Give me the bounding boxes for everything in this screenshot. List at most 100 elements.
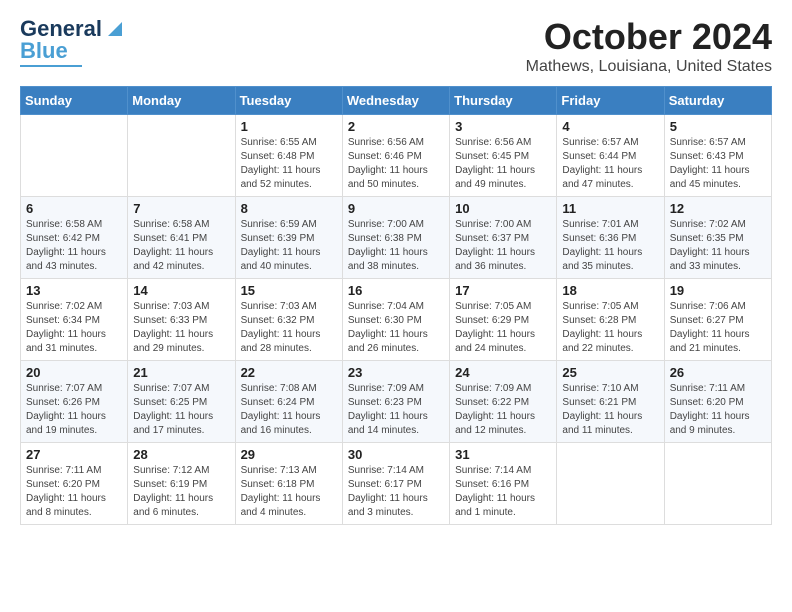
calendar-cell: 23Sunrise: 7:09 AM Sunset: 6:23 PM Dayli… — [342, 361, 449, 443]
day-number: 21 — [133, 365, 229, 380]
calendar-cell — [664, 443, 771, 525]
calendar-cell: 15 Sunrise: 7:03 AM Sunset: 6:32 PM Dayli… — [235, 279, 342, 361]
calendar-cell — [128, 115, 235, 197]
day-info: Sunrise: 6:57 AM Sunset: 6:44 PM Dayligh… — [562, 136, 658, 192]
day-info: Sunrise: 7:03 AM Sunset: 6:32 PM Dayligh… — [241, 300, 337, 356]
location-title: Mathews, Louisiana, United States — [526, 58, 772, 76]
day-number: 23 — [348, 365, 444, 380]
day-number: 11 — [562, 201, 658, 216]
logo-underline — [20, 65, 82, 67]
day-number: 4 — [562, 119, 658, 134]
calendar-cell: 9Sunrise: 7:00 AM Sunset: 6:38 PM Daylig… — [342, 197, 449, 279]
calendar-cell: 7Sunrise: 6:58 AM Sunset: 6:41 PM Daylig… — [128, 197, 235, 279]
calendar-cell: 13 Sunrise: 7:02 AM Sunset: 6:34 PM Dayli… — [21, 279, 128, 361]
day-info: Sunrise: 7:00 AM Sunset: 6:37 PM Dayligh… — [455, 218, 551, 274]
week-row-3: 13 Sunrise: 7:02 AM Sunset: 6:34 PM Dayli… — [21, 279, 772, 361]
day-number: 5 — [670, 119, 766, 134]
calendar-cell: 29 Sunrise: 7:13 AM Sunset: 6:18 PM Dayli… — [235, 443, 342, 525]
calendar-cell: 19 Sunrise: 7:06 AM Sunset: 6:27 PM Dayli… — [664, 279, 771, 361]
day-number: 18 — [562, 283, 658, 298]
calendar-cell: 21 Sunrise: 7:07 AM Sunset: 6:25 PM Dayli… — [128, 361, 235, 443]
day-info: Sunrise: 7:09 AM Sunset: 6:22 PM Dayligh… — [455, 382, 551, 438]
day-info: Sunrise: 7:05 AM Sunset: 6:28 PM Dayligh… — [562, 300, 658, 356]
week-row-5: 27 Sunrise: 7:11 AM Sunset: 6:20 PM Dayli… — [21, 443, 772, 525]
calendar-cell: 20Sunrise: 7:07 AM Sunset: 6:26 PM Dayli… — [21, 361, 128, 443]
day-number: 3 — [455, 119, 551, 134]
day-number: 30 — [348, 447, 444, 462]
day-number: 2 — [348, 119, 444, 134]
day-number: 19 — [670, 283, 766, 298]
day-info: Sunrise: 7:11 AM Sunset: 6:20 PM Dayligh… — [670, 382, 766, 438]
day-info: Sunrise: 6:55 AM Sunset: 6:48 PM Dayligh… — [241, 136, 337, 192]
calendar-cell: 27 Sunrise: 7:11 AM Sunset: 6:20 PM Dayli… — [21, 443, 128, 525]
day-number: 22 — [241, 365, 337, 380]
day-info: Sunrise: 7:06 AM Sunset: 6:27 PM Dayligh… — [670, 300, 766, 356]
day-number: 9 — [348, 201, 444, 216]
day-info: Sunrise: 6:56 AM Sunset: 6:45 PM Dayligh… — [455, 136, 551, 192]
calendar-cell: 3 Sunrise: 6:56 AM Sunset: 6:45 PM Daylig… — [450, 115, 557, 197]
logo-blue: Blue — [20, 38, 68, 64]
title-area: October 2024 Mathews, Louisiana, United … — [526, 16, 772, 76]
day-info: Sunrise: 7:07 AM Sunset: 6:26 PM Dayligh… — [26, 382, 122, 438]
day-info: Sunrise: 7:12 AM Sunset: 6:19 PM Dayligh… — [133, 464, 229, 520]
calendar-cell: 4 Sunrise: 6:57 AM Sunset: 6:44 PM Daylig… — [557, 115, 664, 197]
calendar-cell: 11 Sunrise: 7:01 AM Sunset: 6:36 PM Dayli… — [557, 197, 664, 279]
day-number: 12 — [670, 201, 766, 216]
day-number: 28 — [133, 447, 229, 462]
weekday-header-row: SundayMondayTuesdayWednesdayThursdayFrid… — [21, 87, 772, 115]
calendar-cell: 22 Sunrise: 7:08 AM Sunset: 6:24 PM Dayli… — [235, 361, 342, 443]
calendar-table: SundayMondayTuesdayWednesdayThursdayFrid… — [20, 86, 772, 525]
weekday-header-thursday: Thursday — [450, 87, 557, 115]
day-number: 25 — [562, 365, 658, 380]
calendar-cell — [21, 115, 128, 197]
day-number: 29 — [241, 447, 337, 462]
day-info: Sunrise: 7:11 AM Sunset: 6:20 PM Dayligh… — [26, 464, 122, 520]
calendar-cell: 1 Sunrise: 6:55 AM Sunset: 6:48 PM Daylig… — [235, 115, 342, 197]
page-header: General Blue October 2024 Mathews, Louis… — [20, 16, 772, 76]
day-info: Sunrise: 7:01 AM Sunset: 6:36 PM Dayligh… — [562, 218, 658, 274]
calendar-cell: 26 Sunrise: 7:11 AM Sunset: 6:20 PM Dayli… — [664, 361, 771, 443]
day-info: Sunrise: 6:57 AM Sunset: 6:43 PM Dayligh… — [670, 136, 766, 192]
day-number: 13 — [26, 283, 122, 298]
calendar-cell: 17Sunrise: 7:05 AM Sunset: 6:29 PM Dayli… — [450, 279, 557, 361]
day-info: Sunrise: 6:58 AM Sunset: 6:42 PM Dayligh… — [26, 218, 122, 274]
weekday-header-tuesday: Tuesday — [235, 87, 342, 115]
calendar-cell: 12Sunrise: 7:02 AM Sunset: 6:35 PM Dayli… — [664, 197, 771, 279]
week-row-4: 20Sunrise: 7:07 AM Sunset: 6:26 PM Dayli… — [21, 361, 772, 443]
calendar-cell: 24Sunrise: 7:09 AM Sunset: 6:22 PM Dayli… — [450, 361, 557, 443]
calendar-cell: 14 Sunrise: 7:03 AM Sunset: 6:33 PM Dayli… — [128, 279, 235, 361]
day-info: Sunrise: 7:07 AM Sunset: 6:25 PM Dayligh… — [133, 382, 229, 438]
calendar-cell: 5 Sunrise: 6:57 AM Sunset: 6:43 PM Daylig… — [664, 115, 771, 197]
calendar-cell: 16Sunrise: 7:04 AM Sunset: 6:30 PM Dayli… — [342, 279, 449, 361]
weekday-header-wednesday: Wednesday — [342, 87, 449, 115]
day-number: 17 — [455, 283, 551, 298]
day-info: Sunrise: 7:13 AM Sunset: 6:18 PM Dayligh… — [241, 464, 337, 520]
weekday-header-friday: Friday — [557, 87, 664, 115]
day-info: Sunrise: 7:03 AM Sunset: 6:33 PM Dayligh… — [133, 300, 229, 356]
day-info: Sunrise: 6:56 AM Sunset: 6:46 PM Dayligh… — [348, 136, 444, 192]
day-number: 10 — [455, 201, 551, 216]
day-number: 14 — [133, 283, 229, 298]
day-number: 26 — [670, 365, 766, 380]
weekday-header-monday: Monday — [128, 87, 235, 115]
day-info: Sunrise: 7:14 AM Sunset: 6:17 PM Dayligh… — [348, 464, 444, 520]
day-info: Sunrise: 7:10 AM Sunset: 6:21 PM Dayligh… — [562, 382, 658, 438]
day-number: 6 — [26, 201, 122, 216]
day-number: 7 — [133, 201, 229, 216]
calendar-cell: 8Sunrise: 6:59 AM Sunset: 6:39 PM Daylig… — [235, 197, 342, 279]
calendar-cell: 30 Sunrise: 7:14 AM Sunset: 6:17 PM Dayli… — [342, 443, 449, 525]
day-number: 8 — [241, 201, 337, 216]
day-number: 16 — [348, 283, 444, 298]
day-info: Sunrise: 7:02 AM Sunset: 6:34 PM Dayligh… — [26, 300, 122, 356]
day-number: 31 — [455, 447, 551, 462]
calendar-cell — [557, 443, 664, 525]
day-info: Sunrise: 7:08 AM Sunset: 6:24 PM Dayligh… — [241, 382, 337, 438]
calendar-cell: 6 Sunrise: 6:58 AM Sunset: 6:42 PM Daylig… — [21, 197, 128, 279]
day-number: 1 — [241, 119, 337, 134]
calendar-cell: 31Sunrise: 7:14 AM Sunset: 6:16 PM Dayli… — [450, 443, 557, 525]
day-number: 27 — [26, 447, 122, 462]
week-row-2: 6 Sunrise: 6:58 AM Sunset: 6:42 PM Daylig… — [21, 197, 772, 279]
day-number: 15 — [241, 283, 337, 298]
weekday-header-sunday: Sunday — [21, 87, 128, 115]
week-row-1: 1 Sunrise: 6:55 AM Sunset: 6:48 PM Daylig… — [21, 115, 772, 197]
